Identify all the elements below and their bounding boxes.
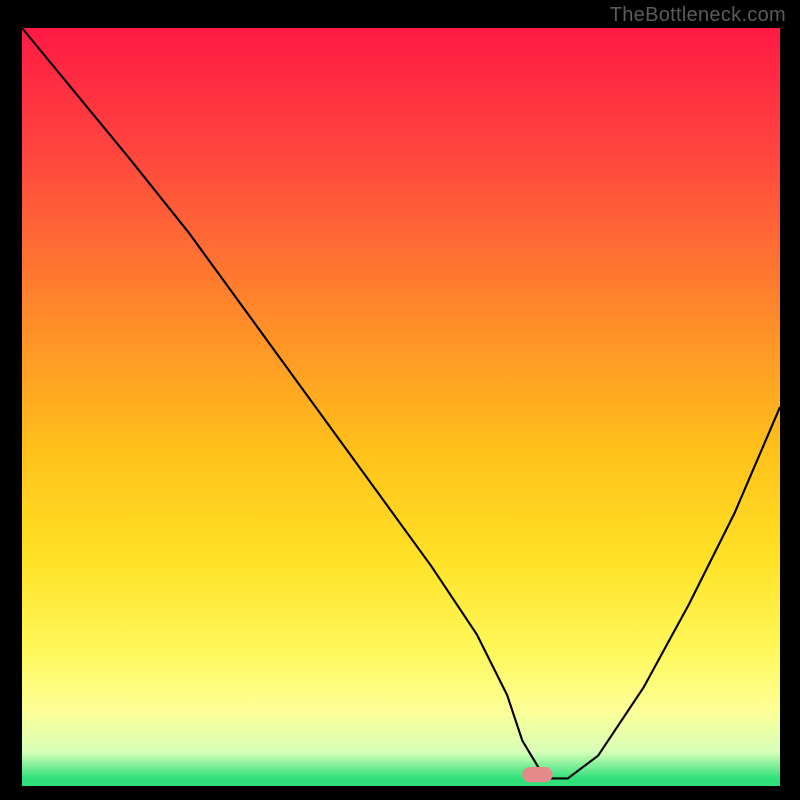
bottleneck-chart: [22, 28, 780, 786]
watermark-text: TheBottleneck.com: [610, 4, 786, 27]
chart-svg: [22, 28, 780, 786]
optimal-marker: [522, 767, 552, 782]
gradient-background: [22, 28, 780, 786]
